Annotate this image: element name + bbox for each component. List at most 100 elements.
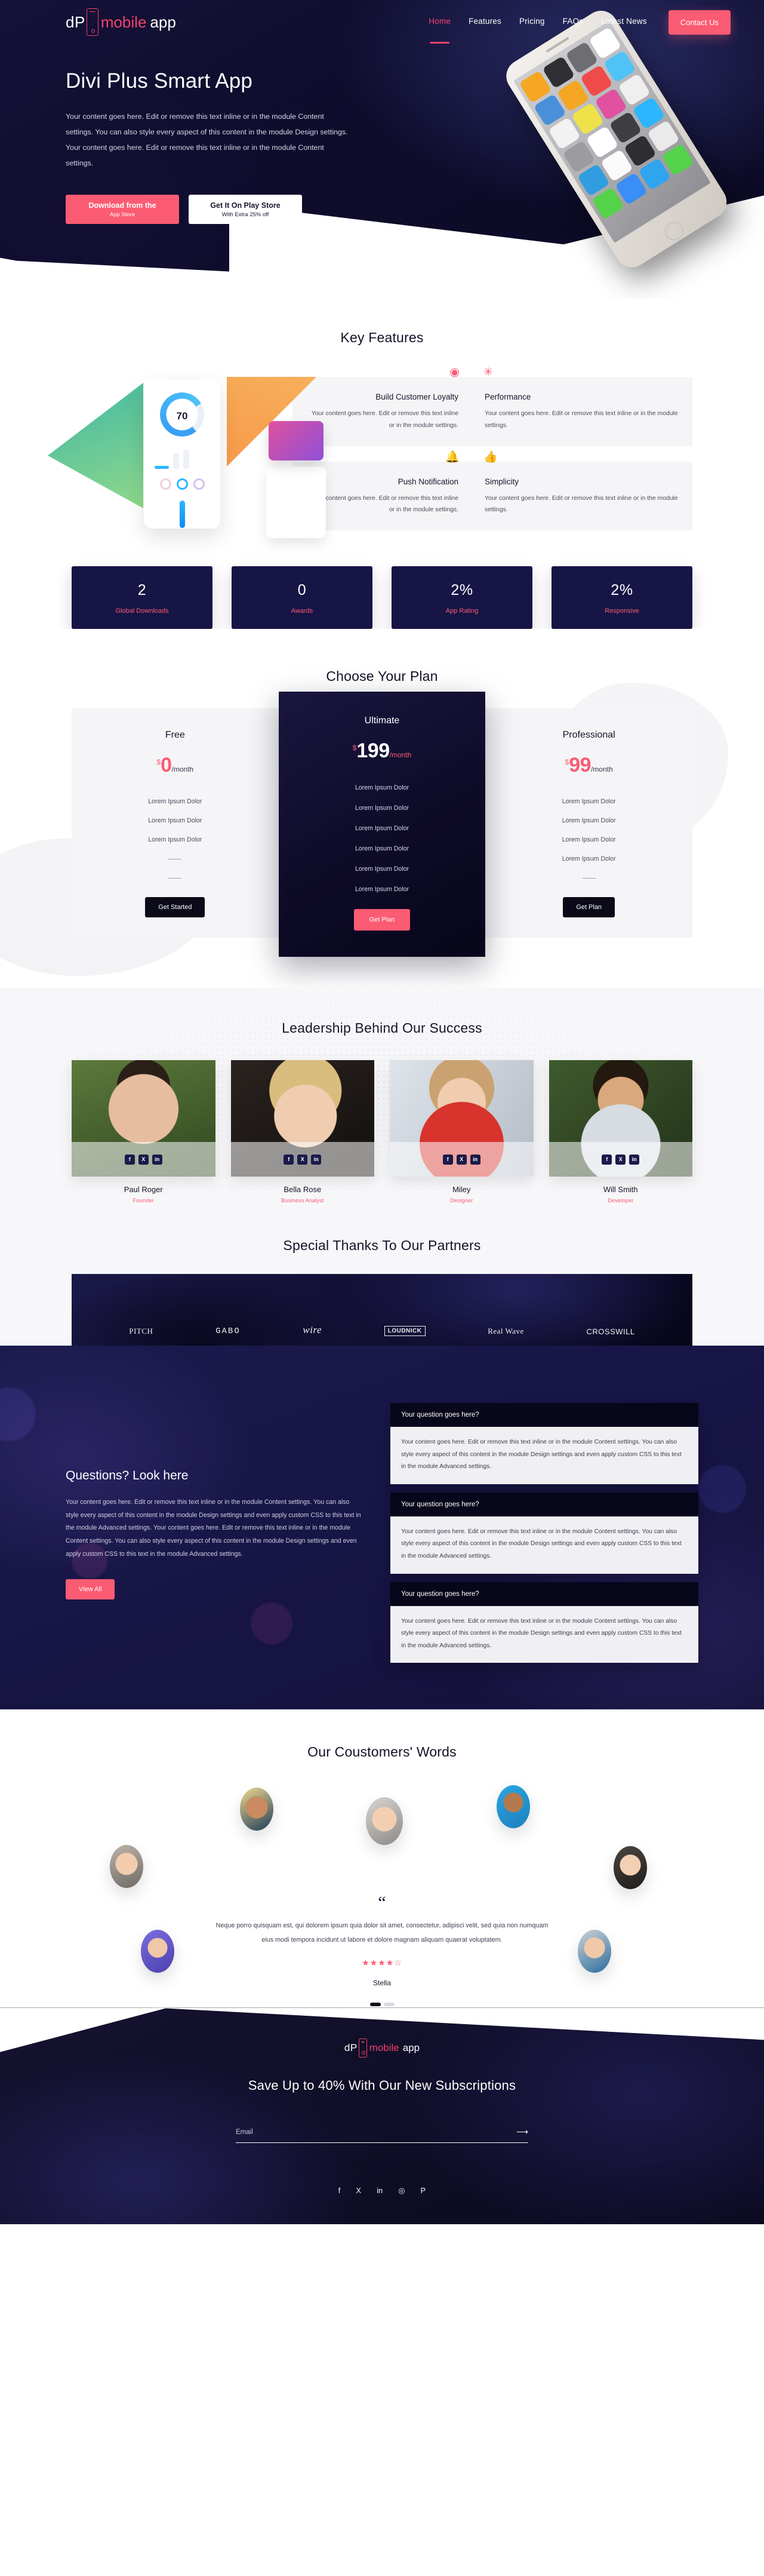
faq-question[interactable]: Your question goes here? — [390, 1582, 698, 1606]
logo-mobile-text: mobile — [100, 13, 147, 31]
avatar[interactable] — [497, 1785, 530, 1829]
linkedin-icon[interactable]: in — [152, 1154, 162, 1165]
avatar-featured[interactable] — [366, 1797, 403, 1846]
x-twitter-icon[interactable]: X — [356, 2186, 361, 2196]
footer-heading: Save Up to 40% With Our New Subscription… — [248, 2078, 516, 2093]
stat-card-responsive: 2% Responsive — [552, 566, 692, 630]
member-role: Designer — [450, 1198, 473, 1205]
linkedin-icon[interactable]: in — [470, 1154, 480, 1165]
plan-feature: Lorem Ipsum Dolor — [355, 886, 409, 894]
rating-stars: ★★★★☆ — [362, 1957, 402, 1967]
carousel-dot-1[interactable] — [369, 2002, 381, 2006]
feature-card-simplicity: 👍 Simplicity Your content goes here. Edi… — [472, 452, 692, 531]
footer-logo-mobile-text: mobile — [369, 2042, 399, 2054]
linkedin-icon[interactable]: in — [377, 2186, 383, 2196]
plan-amount: 0 — [161, 754, 172, 777]
view-all-button[interactable]: View All — [66, 1579, 115, 1599]
play-store-button[interactable]: Get It On Play Store With Extra 25% off — [189, 195, 302, 225]
logo-dp-text: dP — [66, 13, 85, 31]
plan-features: Lorem Ipsum Dolor Lorem Ipsum Dolor Lore… — [496, 792, 682, 888]
email-input[interactable] — [236, 2128, 516, 2136]
linkedin-icon[interactable]: in — [629, 1154, 640, 1165]
feature-mockup-image: 70 — [48, 377, 326, 538]
plan-feature: Lorem Ipsum Dolor — [355, 845, 409, 853]
pinterest-icon[interactable]: P — [421, 2186, 426, 2196]
faq-question[interactable]: Your question goes here? — [390, 1492, 698, 1516]
contact-us-button[interactable]: Contact Us — [668, 10, 731, 35]
linkedin-icon[interactable]: in — [311, 1154, 322, 1165]
app-store-button-line2: App Store — [109, 211, 135, 219]
footer-section: dP mobile app Save Up to 40% With Our Ne… — [0, 2007, 764, 2225]
x-twitter-icon[interactable]: X — [456, 1154, 467, 1165]
plan-price: $99/month — [496, 755, 682, 775]
faq-intro: Questions? Look here Your content goes h… — [66, 1403, 364, 1671]
nav-item-home[interactable]: Home — [429, 17, 451, 44]
plan-name: Free — [165, 730, 185, 741]
facebook-icon[interactable]: f — [284, 1154, 294, 1165]
plan-cta-get-started[interactable]: Get Started — [145, 897, 205, 918]
x-twitter-icon[interactable]: X — [297, 1154, 308, 1165]
partner-logo-loudnick: LOUDNICK — [384, 1326, 426, 1337]
quote-icon: “ — [378, 1893, 386, 1913]
avatar[interactable] — [141, 1930, 174, 1973]
member-photo: f X in — [549, 1060, 692, 1177]
facebook-icon[interactable]: f — [442, 1154, 453, 1165]
partner-logo-realwave: Real Wave — [488, 1327, 524, 1336]
plan-name: Ultimate — [364, 716, 400, 726]
submit-arrow-icon[interactable]: ⟶ — [516, 2127, 528, 2137]
x-twitter-icon[interactable]: X — [615, 1154, 626, 1165]
plan-period: /month — [591, 765, 613, 774]
plan-currency: $ — [352, 744, 357, 753]
faq-question[interactable]: Your question goes here? — [390, 1403, 698, 1427]
plan-feature: Lorem Ipsum Dolor — [148, 817, 202, 825]
member-name: Miley — [452, 1185, 471, 1195]
partners-title: Special Thanks To Our Partners — [283, 1238, 481, 1254]
plan-feature-empty: - — [82, 849, 268, 868]
stat-label: Awards — [291, 607, 313, 615]
faq-answer: Your content goes here. Edit or remove t… — [390, 1427, 698, 1484]
member-role: Developer — [608, 1198, 634, 1205]
testimonials-title: Our Coustomers' Words — [307, 1744, 457, 1760]
plan-cta-get-plan-ultimate[interactable]: Get Plan — [353, 909, 411, 931]
faq-answer: Your content goes here. Edit or remove t… — [390, 1516, 698, 1574]
phone-outline-icon — [86, 8, 98, 36]
app-store-button[interactable]: Download from the App Store — [66, 195, 179, 225]
instagram-icon[interactable]: ◎ — [398, 2186, 405, 2196]
bell-icon: 🔔 — [445, 450, 460, 463]
plan-feature-empty: - — [82, 868, 268, 888]
site-logo[interactable]: dP mobile app — [66, 8, 176, 36]
plan-card-ultimate: Ultimate $199/month Lorem Ipsum Dolor Lo… — [278, 692, 486, 957]
feature-card-performance: ✳ Performance Your content goes here. Ed… — [472, 367, 692, 446]
plan-currency: $ — [565, 758, 569, 767]
white-card — [266, 466, 326, 538]
stat-card-app-rating: 2% App Rating — [392, 566, 532, 630]
play-store-button-line2: With Extra 25% off — [221, 211, 269, 219]
carousel-dots — [215, 2002, 549, 2006]
stat-label: Global Downloads — [115, 607, 169, 615]
nav-menu: Home Features Pricing FAQs Latest News C… — [429, 10, 731, 44]
avatar[interactable] — [240, 1788, 273, 1831]
x-twitter-icon[interactable]: X — [138, 1154, 149, 1165]
footer-logo[interactable]: dP mobile app — [344, 2038, 420, 2058]
member-name: Will Smith — [603, 1185, 638, 1195]
nav-item-faqs[interactable]: FAQs — [563, 17, 584, 28]
nav-item-features[interactable]: Features — [469, 17, 501, 28]
partner-logo-crosswill: CROSSWILL — [586, 1327, 635, 1337]
faq-item: Your question goes here? Your content go… — [390, 1403, 698, 1484]
facebook-icon[interactable]: f — [602, 1154, 612, 1165]
member-name: Bella Rose — [284, 1185, 322, 1195]
plan-card-free: Free $0/month Lorem Ipsum Dolor Lorem Ip… — [72, 708, 279, 938]
carousel-dot-2[interactable] — [383, 2002, 395, 2006]
nav-item-latest-news[interactable]: Latest News — [601, 17, 646, 28]
avatar[interactable] — [578, 1930, 611, 1973]
avatar[interactable] — [614, 1846, 647, 1890]
feature-title: Performance — [485, 392, 531, 401]
avatar[interactable] — [110, 1845, 143, 1889]
faq-item: Your question goes here? Your content go… — [390, 1492, 698, 1574]
facebook-icon[interactable]: f — [338, 2186, 341, 2196]
plan-cta-get-plan-professional[interactable]: Get Plan — [563, 897, 615, 918]
plan-feature: Lorem Ipsum Dolor — [562, 798, 616, 806]
feature-desc: Your content goes here. Edit or remove t… — [485, 495, 678, 514]
nav-item-pricing[interactable]: Pricing — [519, 17, 545, 28]
facebook-icon[interactable]: f — [124, 1154, 135, 1165]
